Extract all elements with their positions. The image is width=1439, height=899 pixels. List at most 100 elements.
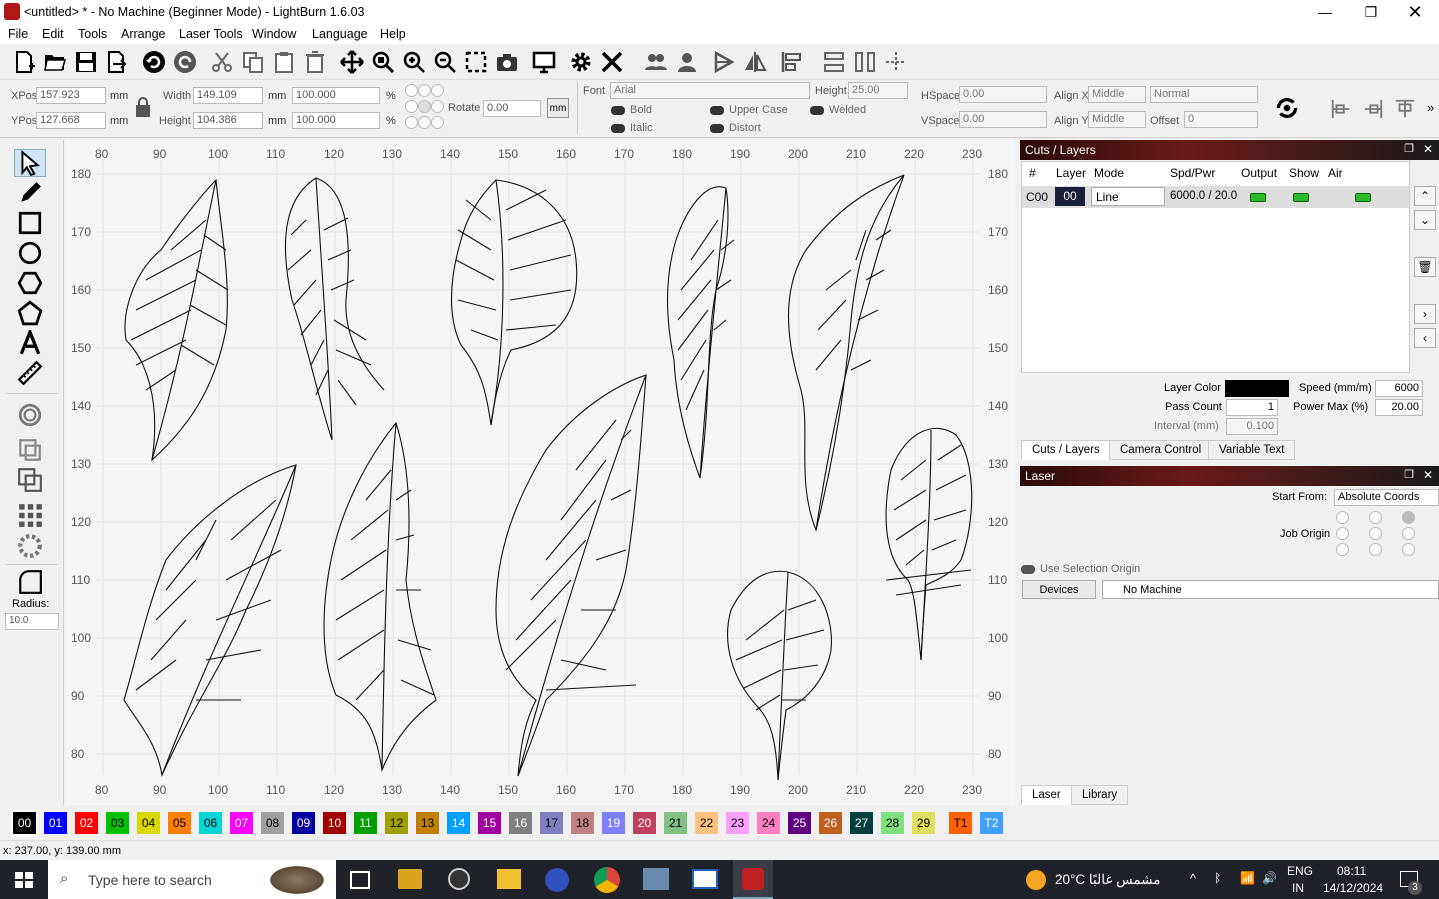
palette-color-14[interactable]: 14 xyxy=(447,812,470,834)
more-icon[interactable]: » xyxy=(1427,100,1434,115)
start-from-select[interactable]: Absolute Coords xyxy=(1334,489,1439,506)
aligny-select[interactable]: Middle xyxy=(1088,111,1146,128)
palette-color-T2[interactable]: T2 xyxy=(980,812,1003,834)
copy-along-path-icon[interactable] xyxy=(14,436,46,464)
distort-toggle[interactable]: Distort xyxy=(710,122,761,134)
app-icon-obs[interactable] xyxy=(448,868,470,890)
menu-window[interactable]: Window xyxy=(252,27,296,41)
uppercase-toggle[interactable]: Upper Case xyxy=(710,104,788,116)
height-percent-field[interactable]: 100.000 xyxy=(292,112,380,129)
palette-color-09[interactable]: 09 xyxy=(292,812,315,834)
palette-color-05[interactable]: 05 xyxy=(168,812,191,834)
palette-color-17[interactable]: 17 xyxy=(540,812,563,834)
clock-date[interactable]: 14/12/2024 xyxy=(1323,881,1383,895)
close-icon[interactable]: ✕ xyxy=(1423,468,1433,482)
palette-color-11[interactable]: 11 xyxy=(354,812,377,834)
palette-color-T1[interactable]: T1 xyxy=(949,812,972,834)
convert-icon[interactable] xyxy=(1274,95,1300,121)
pentagon-icon[interactable] xyxy=(14,299,46,327)
tools-icon[interactable] xyxy=(598,48,626,76)
boolean-icon[interactable] xyxy=(14,466,46,494)
vspace-field[interactable]: 0.00 xyxy=(959,111,1047,128)
ellipse-icon[interactable] xyxy=(14,239,46,267)
delete-icon[interactable] xyxy=(301,48,329,76)
float-icon[interactable]: ❐ xyxy=(1404,468,1414,481)
offset-shape-icon[interactable] xyxy=(14,401,46,429)
offset-field[interactable]: 0 xyxy=(1184,111,1258,128)
air-toggle[interactable] xyxy=(1355,193,1371,202)
tab-cuts-layers[interactable]: Cuts / Layers xyxy=(1021,440,1111,460)
palette-color-18[interactable]: 18 xyxy=(571,812,594,834)
menu-tools[interactable]: Tools xyxy=(78,27,107,41)
palette-color-06[interactable]: 06 xyxy=(199,812,222,834)
volume-icon[interactable]: 🔊 xyxy=(1262,871,1277,885)
menu-language[interactable]: Language xyxy=(312,27,368,41)
save-icon[interactable] xyxy=(72,48,100,76)
palette-color-15[interactable]: 15 xyxy=(478,812,501,834)
undo-icon[interactable] xyxy=(140,48,168,76)
bold-toggle[interactable]: Bold xyxy=(611,104,652,116)
move-icon[interactable] xyxy=(338,48,366,76)
camera-icon[interactable] xyxy=(493,48,521,76)
export-icon[interactable] xyxy=(103,48,131,76)
table-row[interactable]: C00 00 Line 6000.0 / 20.0 xyxy=(1022,186,1409,208)
wifi-icon[interactable]: 📶 xyxy=(1240,871,1255,885)
rectangle-icon[interactable] xyxy=(14,209,46,237)
layer-up-icon[interactable]: ⌃ xyxy=(1414,186,1436,206)
device-select[interactable]: No Machine xyxy=(1102,580,1439,599)
palette-color-22[interactable]: 22 xyxy=(695,812,718,834)
clock-time[interactable]: 08:11 xyxy=(1337,864,1366,878)
center-icon[interactable] xyxy=(882,48,910,76)
select-rect-icon[interactable] xyxy=(462,48,490,76)
polygon-icon[interactable] xyxy=(14,269,46,297)
palette-color-24[interactable]: 24 xyxy=(757,812,780,834)
align-top-icon[interactable] xyxy=(1394,98,1416,120)
send-icon[interactable] xyxy=(710,48,738,76)
circular-array-icon[interactable] xyxy=(14,532,46,560)
group-icon[interactable] xyxy=(642,48,670,76)
open-file-icon[interactable] xyxy=(41,48,69,76)
palette-color-13[interactable]: 13 xyxy=(416,812,439,834)
palette-color-19[interactable]: 19 xyxy=(602,812,625,834)
palette-color-00[interactable]: 00 xyxy=(11,810,38,836)
grid-array-icon[interactable] xyxy=(14,501,46,529)
speed-field[interactable]: 6000 xyxy=(1375,380,1423,397)
text-mode-select[interactable]: Normal xyxy=(1150,86,1258,103)
copy-icon[interactable] xyxy=(239,48,267,76)
pass-count-field[interactable]: 1 xyxy=(1226,399,1278,416)
power-field[interactable]: 20.00 xyxy=(1375,399,1423,416)
zoom-in-icon[interactable] xyxy=(400,48,428,76)
job-origin-grid[interactable] xyxy=(1336,510,1436,558)
tab-variable-text[interactable]: Variable Text xyxy=(1208,440,1296,460)
radius-field[interactable]: 10.0 xyxy=(5,613,59,630)
monitor-icon[interactable] xyxy=(530,48,558,76)
palette-color-20[interactable]: 20 xyxy=(633,812,656,834)
menu-file[interactable]: File xyxy=(8,27,28,41)
ypos-field[interactable]: 127.668 xyxy=(36,112,106,129)
chevron-up-icon[interactable]: ^ xyxy=(1190,871,1196,886)
arrow-left-icon[interactable]: ‹ xyxy=(1414,328,1436,348)
trash-icon[interactable]: 🗑 xyxy=(1414,257,1436,277)
cut-icon[interactable] xyxy=(208,48,236,76)
palette-color-07[interactable]: 07 xyxy=(230,812,253,834)
align-left-icon[interactable] xyxy=(1330,98,1352,120)
height-field[interactable]: 104.386 xyxy=(193,112,263,129)
tab-library[interactable]: Library xyxy=(1071,785,1129,805)
palette-color-21[interactable]: 21 xyxy=(664,812,687,834)
italic-toggle[interactable]: Italic xyxy=(611,122,653,134)
measure-icon[interactable] xyxy=(14,359,46,387)
app-icon-window[interactable] xyxy=(692,869,718,889)
pen-icon[interactable] xyxy=(14,179,46,207)
output-toggle[interactable] xyxy=(1250,193,1266,202)
select-arrow-icon[interactable] xyxy=(14,149,46,177)
app-icon-photo[interactable] xyxy=(643,868,669,890)
chrome-icon[interactable] xyxy=(594,867,620,893)
close-button[interactable]: ✕ xyxy=(1392,0,1438,24)
redo-icon[interactable] xyxy=(171,48,199,76)
zoom-frame-icon[interactable] xyxy=(369,48,397,76)
windows-start-icon[interactable] xyxy=(15,872,33,888)
width-percent-field[interactable]: 100.000 xyxy=(292,87,380,104)
palette-color-26[interactable]: 26 xyxy=(819,812,842,834)
palette-color-08[interactable]: 08 xyxy=(261,812,284,834)
close-icon[interactable]: ✕ xyxy=(1423,142,1433,156)
